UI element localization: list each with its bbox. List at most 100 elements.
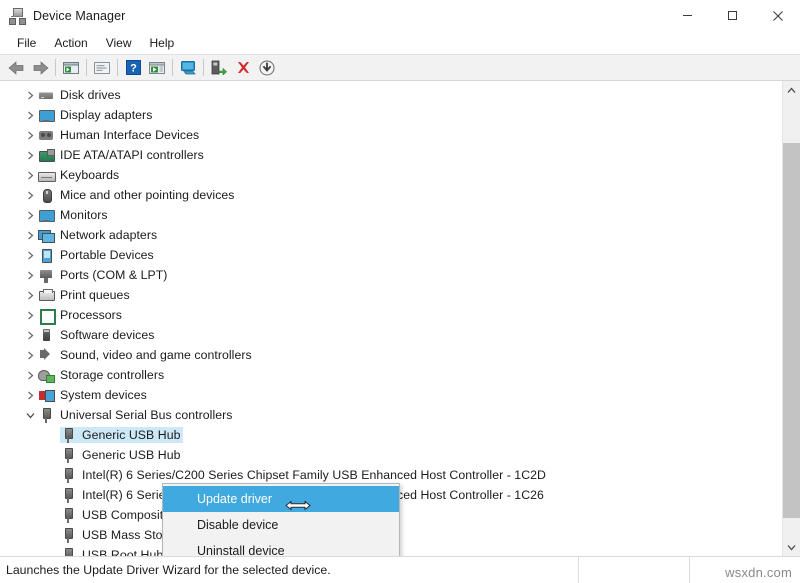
port-icon: [38, 267, 54, 283]
chevron-right-icon[interactable]: [22, 387, 38, 403]
tree-item-label: Storage controllers: [60, 368, 164, 382]
usb-device-icon: [60, 487, 76, 503]
tree-item-universal-serial-bus-controllers[interactable]: Universal Serial Bus controllers: [0, 405, 782, 425]
enable-device-icon[interactable]: [207, 57, 231, 79]
chevron-right-icon[interactable]: [22, 367, 38, 383]
properties-icon[interactable]: [90, 57, 114, 79]
tree-item-label: IDE ATA/ATAPI controllers: [60, 148, 204, 162]
tree-item-label: Monitors: [60, 208, 108, 222]
chevron-right-icon[interactable]: [22, 187, 38, 203]
help-icon[interactable]: ?: [121, 57, 145, 79]
keyboard-icon: [38, 167, 54, 183]
tree-item-label: Software devices: [60, 328, 154, 342]
chevron-right-icon[interactable]: [22, 107, 38, 123]
usb-device-icon: [60, 427, 76, 443]
scrollbar-thumb[interactable]: [783, 143, 800, 518]
tree-item-label: System devices: [60, 388, 147, 402]
tree-item-label: Mice and other pointing devices: [60, 188, 235, 202]
chevron-right-icon[interactable]: [22, 347, 38, 363]
chevron-right-icon[interactable]: [22, 227, 38, 243]
tree-item-portable-devices[interactable]: Portable Devices: [0, 245, 782, 265]
tree-item-generic-usb-hub-1[interactable]: Generic USB Hub: [0, 425, 782, 445]
tree-item-generic-usb-hub-2[interactable]: Generic USB Hub: [0, 445, 782, 465]
chevron-right-icon[interactable]: [22, 127, 38, 143]
close-button[interactable]: [755, 0, 800, 31]
tree-item-network-adapters[interactable]: Network adapters: [0, 225, 782, 245]
status-bar-text: Launches the Update Driver Wizard for th…: [0, 563, 331, 577]
toolbar-separator: [117, 59, 118, 76]
chevron-right-icon[interactable]: [22, 307, 38, 323]
scrollbar-down-button[interactable]: [783, 538, 800, 556]
device-manager-window: Device Manager File Action View Help: [0, 0, 800, 583]
context-menu-item-disable-device[interactable]: Disable device: [163, 512, 399, 538]
tree-item-label: Generic USB Hub: [82, 448, 180, 462]
show-hide-console-tree-icon[interactable]: [59, 57, 83, 79]
tree-item-software-devices[interactable]: Software devices: [0, 325, 782, 345]
chevron-right-icon[interactable]: [22, 267, 38, 283]
device-manager-icon: [9, 8, 25, 24]
tree-item-label: Intel(R) 6 Series/C200 Series Chipset Fa…: [82, 468, 546, 482]
forward-icon[interactable]: [28, 57, 52, 79]
tree-item-label: Disk drives: [60, 88, 121, 102]
tree-item-processors[interactable]: Processors: [0, 305, 782, 325]
minimize-button[interactable]: [665, 0, 710, 31]
storage-controller-icon: [38, 367, 54, 383]
menu-action[interactable]: Action: [45, 34, 96, 52]
tree-item-ide-ata-atapi-controllers[interactable]: IDE ATA/ATAPI controllers: [0, 145, 782, 165]
chevron-right-icon[interactable]: [22, 207, 38, 223]
tree-item-monitors[interactable]: Monitors: [0, 205, 782, 225]
printer-icon: [38, 287, 54, 303]
context-menu-item-update-driver[interactable]: Update driver: [163, 486, 399, 512]
maximize-button[interactable]: [710, 0, 755, 31]
horizontal-resize-cursor: [285, 499, 311, 515]
chevron-right-icon[interactable]: [22, 287, 38, 303]
menu-view[interactable]: View: [97, 34, 141, 52]
context-menu-item-uninstall-device[interactable]: Uninstall device: [163, 538, 399, 556]
menu-help[interactable]: Help: [141, 34, 184, 52]
usb-device-icon: [60, 467, 76, 483]
tree-item-label: Sound, video and game controllers: [60, 348, 252, 362]
title-bar: Device Manager: [0, 0, 800, 31]
tree-item-ports-com-and-lpt[interactable]: Ports (COM & LPT): [0, 265, 782, 285]
status-bar: Launches the Update Driver Wizard for th…: [0, 557, 800, 583]
toolbar-separator: [203, 59, 204, 76]
mouse-icon: [38, 187, 54, 203]
tree-item-sound-video-and-game-controllers[interactable]: Sound, video and game controllers: [0, 345, 782, 365]
tree-item-human-interface-devices[interactable]: Human Interface Devices: [0, 125, 782, 145]
usb-device-icon: [60, 527, 76, 543]
tree-item-label: Keyboards: [60, 168, 119, 182]
uninstall-device-icon[interactable]: [231, 57, 255, 79]
toolbar-separator: [55, 59, 56, 76]
watermark: wsxdn.com: [725, 565, 792, 580]
tree-item-intel-usb-host-controller-1c2d[interactable]: Intel(R) 6 Series/C200 Series Chipset Fa…: [0, 465, 782, 485]
tree-item-storage-controllers[interactable]: Storage controllers: [0, 365, 782, 385]
tree-item-label: Ports (COM & LPT): [60, 268, 167, 282]
chevron-right-icon[interactable]: [22, 167, 38, 183]
processor-icon: [38, 307, 54, 323]
update-driver-toolbar-icon[interactable]: [145, 57, 169, 79]
device-tree[interactable]: Disk drives Display adapters Human Inter…: [0, 81, 782, 556]
context-menu: Update driver Disable device Uninstall d…: [162, 483, 400, 556]
scan-for-hardware-changes-icon[interactable]: [176, 57, 200, 79]
sound-controller-icon: [38, 347, 54, 363]
scrollbar-track[interactable]: [783, 99, 800, 538]
tree-item-print-queues[interactable]: Print queues: [0, 285, 782, 305]
chevron-right-icon[interactable]: [22, 147, 38, 163]
vertical-scrollbar[interactable]: [782, 81, 800, 556]
chevron-right-icon[interactable]: [22, 327, 38, 343]
chevron-right-icon[interactable]: [22, 247, 38, 263]
tree-item-label: Processors: [60, 308, 122, 322]
menu-file[interactable]: File: [8, 34, 45, 52]
chevron-down-icon[interactable]: [22, 407, 38, 423]
disable-device-icon[interactable]: [255, 57, 279, 79]
scrollbar-up-button[interactable]: [783, 81, 800, 99]
chevron-right-icon[interactable]: [22, 87, 38, 103]
tree-item-label: Print queues: [60, 288, 130, 302]
tree-item-mice-and-other-pointing-devices[interactable]: Mice and other pointing devices: [0, 185, 782, 205]
back-icon[interactable]: [4, 57, 28, 79]
tree-item-disk-drives[interactable]: Disk drives: [0, 85, 782, 105]
tree-item-system-devices[interactable]: System devices: [0, 385, 782, 405]
tree-item-display-adapters[interactable]: Display adapters: [0, 105, 782, 125]
tree-item-keyboards[interactable]: Keyboards: [0, 165, 782, 185]
content-area: Disk drives Display adapters Human Inter…: [0, 81, 800, 557]
